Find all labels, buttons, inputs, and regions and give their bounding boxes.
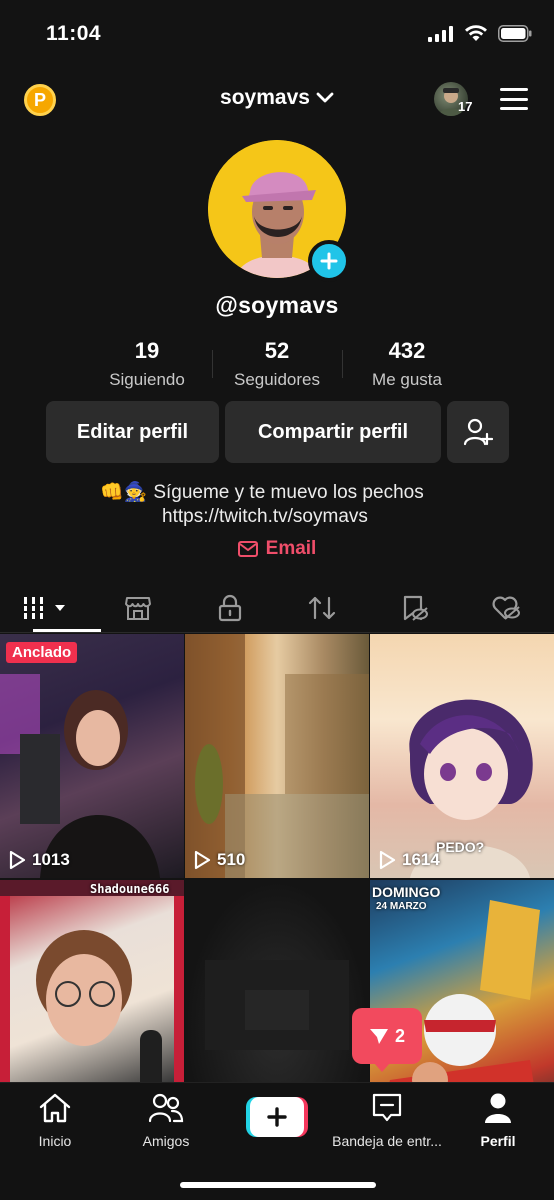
reposts-icon <box>308 596 336 620</box>
nav-friends[interactable]: Amigos <box>111 1091 221 1149</box>
status-bar: 11:04 <box>0 0 554 64</box>
friends-icon <box>148 1093 184 1123</box>
video-caption: PEDO? <box>436 839 485 855</box>
profile-handle: @soymavs <box>215 292 339 318</box>
bio-emoji: 👊🧙 <box>100 482 148 503</box>
profile-icon <box>485 1093 511 1123</box>
tab-shop[interactable] <box>92 584 184 632</box>
nav-home-label: Inicio <box>38 1133 72 1149</box>
plus-icon <box>267 1107 287 1127</box>
profile-header: P soymavs 17 <box>0 72 554 124</box>
shop-icon <box>125 597 151 620</box>
add-friend-button[interactable] <box>447 401 509 463</box>
friends-count-badge: 17 <box>458 99 473 114</box>
add-photo-button[interactable] <box>308 240 350 282</box>
view-count-value: 510 <box>217 850 246 869</box>
nav-profile-label: Perfil <box>480 1133 516 1149</box>
nav-home[interactable]: Inicio <box>0 1091 110 1149</box>
chevron-down-icon <box>316 86 334 110</box>
view-count: 1614 <box>378 850 440 870</box>
add-friend-icon <box>463 418 493 446</box>
wifi-icon <box>465 25 487 41</box>
inbox-icon <box>372 1093 402 1122</box>
video-tile[interactable]: 510 <box>185 634 369 878</box>
profile-bio: 👊🧙 Sígueme y te muevo los pechos https:/… <box>100 481 480 529</box>
nav-friends-label: Amigos <box>142 1133 190 1149</box>
nav-inbox-label: Bandeja de entr... <box>332 1133 442 1149</box>
header-username: soymavs <box>220 86 310 109</box>
tab-liked[interactable] <box>460 584 552 632</box>
stat-label: Siguiendo <box>109 370 185 389</box>
send-icon <box>369 1029 388 1044</box>
share-profile-button[interactable]: Compartir perfil <box>225 401 441 463</box>
liked-hidden-icon <box>492 596 520 620</box>
home-icon <box>39 1093 71 1123</box>
nav-inbox[interactable]: Bandeja de entr... <box>332 1091 442 1149</box>
view-count-value: 1013 <box>32 850 70 869</box>
email-icon <box>237 541 258 557</box>
email-label: Email <box>265 538 317 559</box>
video-thumbnail <box>185 634 369 878</box>
view-count: 510 <box>193 850 245 870</box>
stat-label: Me gusta <box>372 370 442 389</box>
profile-actions: Editar perfil Compartir perfil <box>46 401 509 463</box>
status-time: 11:04 <box>46 22 102 45</box>
status-icons <box>428 25 532 42</box>
stat-followers[interactable]: 52 Seguidores <box>212 338 342 390</box>
pinned-badge: Anclado <box>6 642 78 663</box>
tabs-divider <box>0 632 554 633</box>
favorites-hidden-icon <box>403 595 428 621</box>
stat-following[interactable]: 19 Siguiendo <box>82 338 212 390</box>
video-caption-date: 24 MARZO <box>376 901 427 912</box>
tab-reposts[interactable] <box>276 584 368 632</box>
edit-profile-button[interactable]: Editar perfil <box>46 401 219 463</box>
view-count-value: 1614 <box>402 850 440 869</box>
stat-value: 432 <box>388 338 426 363</box>
hamburger-menu-icon[interactable] <box>500 88 528 110</box>
tab-private[interactable] <box>184 584 276 632</box>
stat-value: 52 <box>264 338 290 363</box>
view-count: 1013 <box>8 850 70 870</box>
play-icon <box>9 850 26 870</box>
stat-likes[interactable]: 432 Me gusta <box>342 338 472 390</box>
stat-value: 19 <box>134 338 160 363</box>
videos-grid-icon <box>24 597 65 619</box>
plus-icon <box>320 252 338 270</box>
private-lock-icon <box>218 594 242 622</box>
profile-stats: 19 Siguiendo 52 Seguidores 432 Me gusta <box>0 338 554 390</box>
nav-profile[interactable]: Perfil <box>443 1091 553 1149</box>
stat-label: Seguidores <box>233 370 320 389</box>
video-tile[interactable]: PEDO? 1614 <box>370 634 554 878</box>
create-button[interactable] <box>246 1097 308 1137</box>
tab-videos[interactable] <box>0 584 101 632</box>
bio-text: Sígueme y te muevo los pechos <box>153 482 424 503</box>
home-indicator <box>180 1182 376 1188</box>
inbox-notification-count: 2 <box>394 1025 405 1046</box>
play-icon <box>379 850 396 870</box>
signal-icon <box>428 25 453 42</box>
bio-link[interactable]: https://twitch.tv/soymavs <box>100 505 480 529</box>
video-tile[interactable]: Anclado 1013 <box>0 634 184 878</box>
video-thumbnail <box>0 674 160 878</box>
inbox-notification-bubble[interactable]: 2 <box>352 1008 422 1072</box>
email-link[interactable]: Email <box>0 538 554 560</box>
video-caption: DOMINGO <box>372 884 441 900</box>
battery-icon <box>498 25 532 42</box>
video-grid: Anclado 1013 510 PEDO? 1614 Shadoune666 … <box>0 634 554 1124</box>
video-caption: Shadoune666 <box>90 882 170 896</box>
profile-tabs <box>0 584 554 632</box>
play-icon <box>194 850 211 870</box>
tab-favorites[interactable] <box>368 584 460 632</box>
